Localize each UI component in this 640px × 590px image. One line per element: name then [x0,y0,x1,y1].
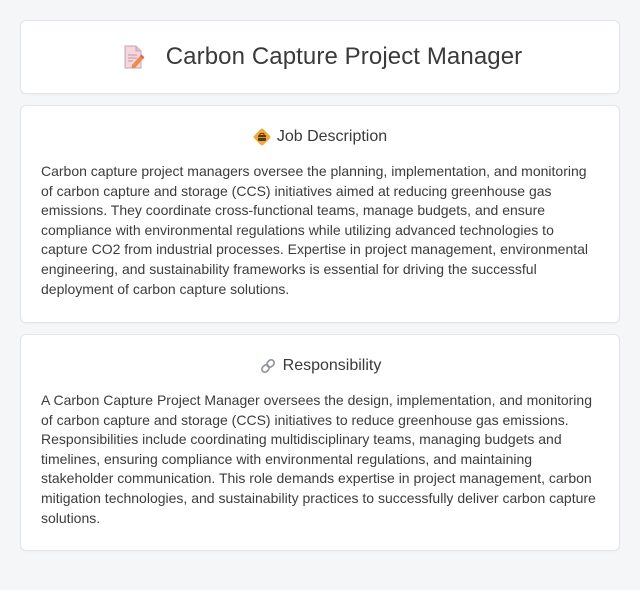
document-pencil-icon [118,42,148,72]
briefcase-badge-icon [253,128,271,146]
job-description-title: Job Description [276,128,388,145]
page-title: Carbon Capture Project Manager [165,43,523,70]
title-card: Carbon Capture Project Manager [20,20,620,94]
page: Carbon Capture Project Manager Job Descr… [0,0,640,590]
responsibility-text: A Carbon Capture Project Manager oversee… [41,392,596,526]
responsibility-card: Responsibility A Carbon Capture Project … [20,334,620,551]
link-icon [259,357,277,375]
job-description-text: Carbon capture project managers oversee … [41,163,589,297]
responsibility-header: Responsibility [41,355,599,377]
job-description-card: Job Description Carbon capture project m… [20,105,620,323]
responsibility-title: Responsibility [282,357,382,374]
job-description-header: Job Description [41,126,599,148]
